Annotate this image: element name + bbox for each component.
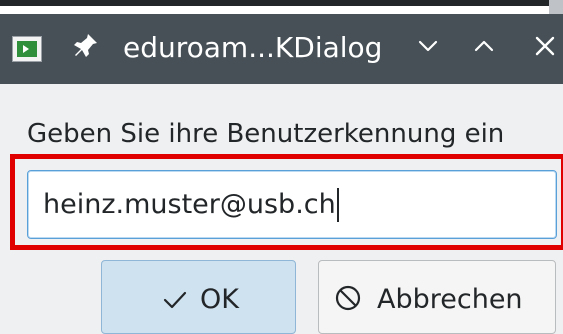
ok-button[interactable] xyxy=(101,260,296,334)
terminal-run-icon xyxy=(12,36,42,62)
window-top-right-corner xyxy=(549,0,563,14)
title-bar[interactable]: eduroam...KDialog xyxy=(0,14,563,84)
window-title: eduroam...KDialog xyxy=(123,31,383,64)
window-top-dark-edge xyxy=(0,0,549,6)
pin-icon[interactable] xyxy=(72,32,100,60)
ok-button-label: OK xyxy=(200,284,239,315)
cancel-button-label: Abbrechen xyxy=(377,284,523,315)
check-icon xyxy=(163,291,187,309)
close-icon[interactable] xyxy=(527,30,563,62)
kdialog-window: eduroam...KDialog Geben Sie ihre Benutze… xyxy=(0,0,563,334)
prompt-label: Geben Sie ihre Benutzerkennung ein xyxy=(27,119,505,149)
chevron-up-icon[interactable] xyxy=(468,30,500,62)
cancel-circle-icon xyxy=(335,285,361,311)
red-highlight-box xyxy=(10,154,563,250)
chevron-down-icon[interactable] xyxy=(412,30,444,62)
